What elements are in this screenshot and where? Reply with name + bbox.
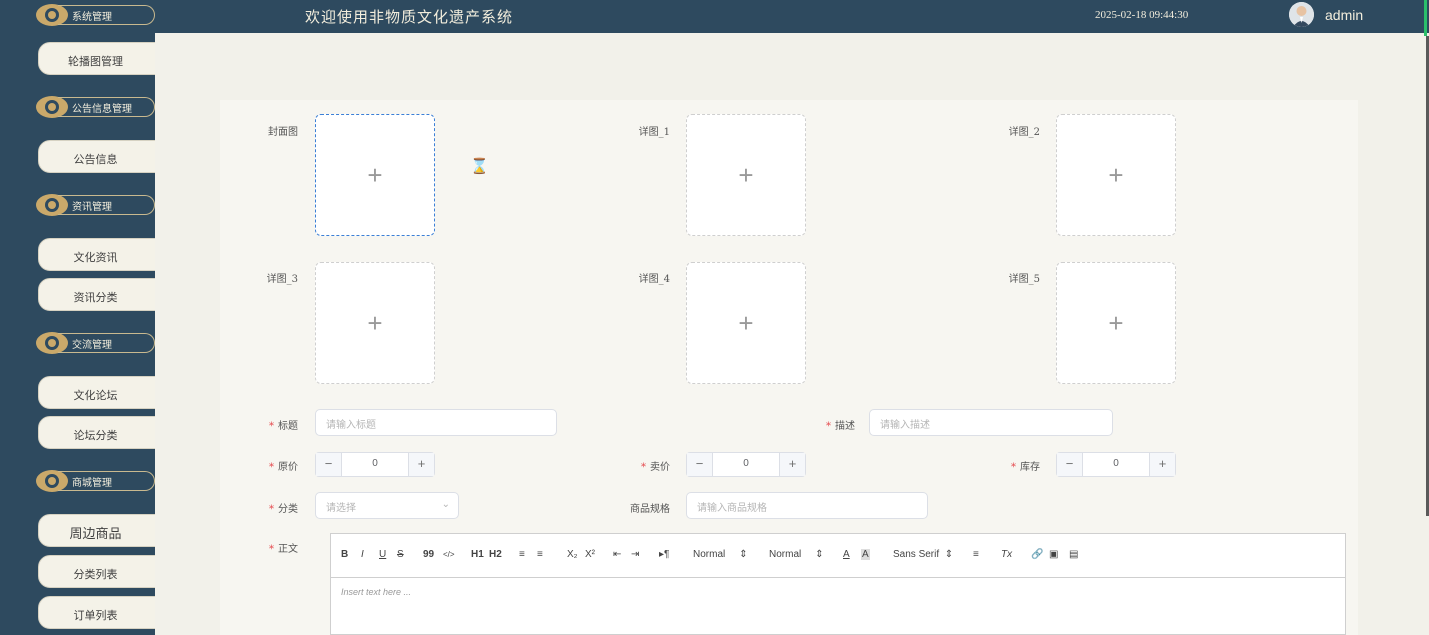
plus-icon: + — [738, 160, 754, 190]
top-header: 欢迎使用非物质文化遗产系统 2025-02-18 09:44:30 admin — [155, 0, 1429, 33]
increment-button[interactable]: + — [1149, 453, 1175, 476]
orig-price-stepper[interactable]: − 0 + — [315, 452, 435, 477]
sidebar-item-forum-category[interactable]: 论坛分类 — [38, 416, 155, 449]
rich-text-editor[interactable]: B I U S 99 </> H1 H2 ≡ ≡ X₂ X² ⇤ ⇥ ▸¶ No… — [330, 533, 1346, 635]
plus-icon: + — [367, 160, 383, 190]
bullet-list-button[interactable]: ≡ — [537, 549, 543, 560]
datetime-display: 2025-02-18 09:44:30 — [1095, 9, 1189, 21]
orig-price-value[interactable]: 0 — [342, 458, 408, 469]
sidebar-item-notice[interactable]: 公告信息 — [38, 140, 155, 173]
app-title: 欢迎使用非物质文化遗产系统 — [305, 8, 514, 26]
align-button[interactable]: ≡ — [973, 549, 979, 560]
orig-price-label: * 原价 — [269, 462, 298, 473]
clean-format-button[interactable]: Tx — [1001, 549, 1012, 560]
sidebar: 系统管理 轮播图管理 公告信息管理 公告信息 资讯管理 文化资讯 资讯分类 交流… — [0, 0, 155, 635]
increment-button[interactable]: + — [779, 453, 805, 476]
sidebar-item-forum[interactable]: 文化论坛 — [38, 376, 155, 409]
hourglass-cursor-icon: ⌛ — [470, 157, 489, 175]
direction-button[interactable]: ▸¶ — [659, 549, 669, 560]
editor-toolbar: B I U S 99 </> H1 H2 ≡ ≡ X₂ X² ⇤ ⇥ ▸¶ No… — [331, 534, 1345, 578]
font-color-button[interactable]: A — [843, 549, 850, 560]
outdent-button[interactable]: ⇤ — [613, 549, 621, 560]
size-picker[interactable]: Normal ⇕ — [693, 549, 748, 560]
underline-button[interactable]: U — [379, 549, 386, 560]
header-picker[interactable]: Normal ⇕ — [769, 549, 824, 560]
blockquote-button[interactable]: 99 — [423, 549, 434, 560]
title-label: * 标题 — [269, 421, 298, 432]
title-input[interactable]: 请输入标题 — [315, 409, 557, 436]
code-block-button[interactable]: </> — [443, 550, 455, 559]
sidebar-group-label: 交流管理 — [72, 340, 112, 351]
sidebar-group-label: 公告信息管理 — [72, 104, 132, 115]
plus-icon: + — [1108, 308, 1124, 338]
sale-price-stepper[interactable]: − 0 + — [686, 452, 806, 477]
spec-input[interactable]: 请输入商品规格 — [686, 492, 928, 519]
sidebar-item-culture-news[interactable]: 文化资讯 — [38, 238, 155, 271]
detail-2-label: 详图_2 — [1008, 127, 1040, 138]
sidebar-item-carousel[interactable]: 轮播图管理 — [38, 42, 155, 75]
sidebar-item-products[interactable]: 周边商品 — [38, 514, 155, 547]
detail-3-uploader[interactable]: + — [315, 262, 435, 384]
chevron-down-icon: ⌄ — [441, 499, 450, 510]
sidebar-item-category-list[interactable]: 分类列表 — [38, 555, 155, 588]
detail-1-uploader[interactable]: + — [686, 114, 806, 236]
increment-button[interactable]: + — [408, 453, 434, 476]
category-select[interactable]: 请选择 ⌄ — [315, 492, 459, 519]
category-label: * 分类 — [269, 504, 298, 515]
decrement-button[interactable]: − — [1057, 453, 1083, 476]
image-icon[interactable]: ▣ — [1049, 549, 1058, 560]
username-label[interactable]: admin — [1325, 7, 1363, 23]
italic-button[interactable]: I — [361, 549, 364, 560]
h1-button[interactable]: H1 — [471, 549, 484, 560]
sidebar-group-notice[interactable]: 公告信息管理 — [0, 92, 155, 122]
editor-placeholder[interactable]: Insert text here ... — [341, 587, 411, 597]
cover-label: 封面图 — [268, 127, 298, 138]
sidebar-group-mall[interactable]: 商城管理 — [0, 466, 155, 496]
background-color-button[interactable]: A — [861, 549, 870, 560]
h2-button[interactable]: H2 — [489, 549, 502, 560]
detail-4-uploader[interactable]: + — [686, 262, 806, 384]
indent-button[interactable]: ⇥ — [631, 549, 639, 560]
detail-5-label: 详图_5 — [1008, 274, 1040, 285]
cover-uploader[interactable]: + — [315, 114, 435, 236]
sale-price-value[interactable]: 0 — [713, 458, 779, 469]
detail-4-label: 详图_4 — [638, 274, 670, 285]
ordered-list-button[interactable]: ≡ — [519, 549, 525, 560]
scroll-accent — [1424, 0, 1427, 36]
sidebar-group-label: 商城管理 — [72, 478, 112, 489]
stock-label: * 库存 — [1011, 462, 1040, 473]
bold-button[interactable]: B — [341, 549, 348, 560]
font-picker[interactable]: Sans Serif ⇕ — [893, 549, 953, 560]
video-icon[interactable]: ▤ — [1069, 549, 1078, 560]
link-icon[interactable]: 🔗 — [1031, 549, 1043, 560]
strike-button[interactable]: S — [397, 549, 404, 560]
stock-value[interactable]: 0 — [1083, 458, 1149, 469]
decrement-button[interactable]: − — [687, 453, 713, 476]
content-label: * 正文 — [269, 544, 298, 555]
sidebar-item-order-list[interactable]: 订单列表 — [38, 596, 155, 629]
subscript-button[interactable]: X₂ — [567, 549, 578, 560]
detail-5-uploader[interactable]: + — [1056, 262, 1176, 384]
superscript-button[interactable]: X² — [585, 549, 595, 560]
desc-label: * 描述 — [826, 421, 855, 432]
sidebar-group-exchange[interactable]: 交流管理 — [0, 328, 155, 358]
decrement-button[interactable]: − — [316, 453, 342, 476]
sale-price-label: * 卖价 — [641, 462, 670, 473]
plus-icon: + — [1108, 160, 1124, 190]
detail-3-label: 详图_3 — [266, 274, 298, 285]
detail-2-uploader[interactable]: + — [1056, 114, 1176, 236]
plus-icon: + — [738, 308, 754, 338]
sidebar-group-system[interactable]: 系统管理 — [0, 0, 155, 30]
sidebar-item-news-category[interactable]: 资讯分类 — [38, 278, 155, 311]
detail-1-label: 详图_1 — [638, 127, 670, 138]
user-avatar[interactable] — [1289, 2, 1314, 27]
desc-input[interactable]: 请输入描述 — [869, 409, 1113, 436]
plus-icon: + — [367, 308, 383, 338]
sidebar-group-label: 系统管理 — [72, 12, 112, 23]
sidebar-group-news[interactable]: 资讯管理 — [0, 190, 155, 220]
spec-label: 商品规格 — [630, 504, 670, 515]
stock-stepper[interactable]: − 0 + — [1056, 452, 1176, 477]
sidebar-group-label: 资讯管理 — [72, 202, 112, 213]
